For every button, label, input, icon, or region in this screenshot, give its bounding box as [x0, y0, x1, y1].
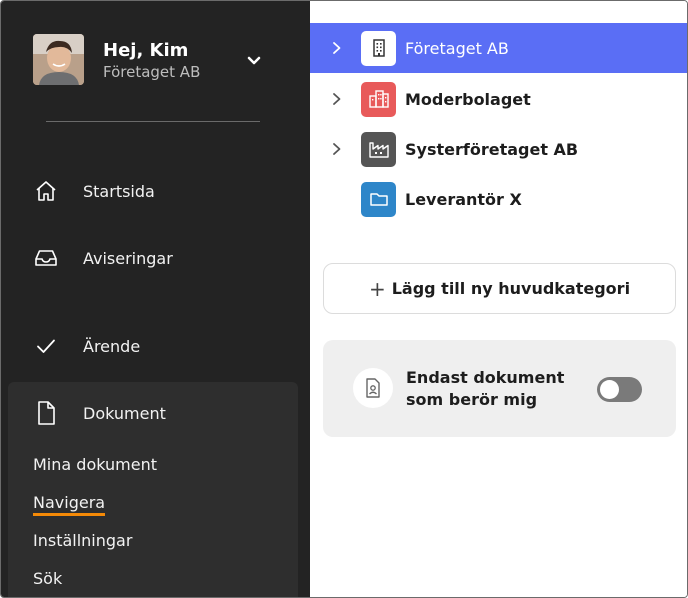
building-icon — [361, 30, 396, 66]
avatar — [33, 34, 84, 85]
sidebar-item-dokument[interactable]: Dokument — [33, 400, 166, 426]
sidebar-subitem-installningar[interactable]: Inställningar — [33, 531, 132, 550]
folder-icon — [361, 181, 396, 217]
document-icon — [33, 400, 59, 426]
sidebar-item-label: Startsida — [83, 181, 155, 201]
sidebar-item-startsida[interactable]: Startsida — [33, 178, 155, 204]
tree-item-moderbolaget[interactable]: Moderbolaget — [310, 74, 687, 124]
plus-icon: + — [368, 276, 386, 301]
filter-label: Endast dokument som berör mig — [406, 368, 565, 409]
chevron-right-icon[interactable] — [330, 92, 344, 106]
sidebar-item-label: Ärende — [83, 336, 141, 356]
sidebar: Hej, Kim Företaget AB Startsida Aviserin… — [1, 1, 310, 597]
sidebar-subitem-navigera[interactable]: Navigera — [33, 493, 106, 516]
app-window: Hej, Kim Företaget AB Startsida Aviserin… — [0, 0, 688, 598]
main-panel: Företaget AB Moderbolaget Systerföretage… — [310, 1, 687, 597]
home-icon — [33, 178, 59, 204]
tree-item-label: Systerföretaget AB — [405, 139, 579, 159]
toggle-knob — [600, 380, 619, 399]
tree-item-foretaget-ab[interactable]: Företaget AB — [310, 23, 687, 73]
profile-menu-chevron-down-icon[interactable] — [244, 51, 264, 71]
sidebar-item-arende[interactable]: Ärende — [33, 333, 140, 359]
sidebar-subitem-mina-dokument[interactable]: Mina dokument — [33, 455, 157, 474]
tree-item-systerforetaget-ab[interactable]: Systerföretaget AB — [310, 124, 687, 174]
inbox-icon — [33, 245, 59, 271]
sidebar-item-aviseringar[interactable]: Aviseringar — [33, 245, 173, 271]
city-buildings-icon — [361, 81, 396, 117]
tree-item-label: Leverantör X — [405, 189, 522, 209]
sidebar-item-label: Dokument — [83, 403, 166, 423]
add-main-category-button[interactable]: + Lägg till ny huvudkategori — [323, 263, 676, 314]
sidebar-subitem-sok[interactable]: Sök — [33, 569, 62, 588]
tree-item-label: Moderbolaget — [405, 89, 531, 109]
person-document-icon — [353, 368, 393, 408]
chevron-right-icon[interactable] — [330, 41, 344, 55]
check-icon — [33, 333, 59, 359]
tree-item-leverantor-x[interactable]: Leverantör X — [310, 174, 687, 224]
add-main-category-label: Lägg till ny huvudkategori — [391, 279, 631, 298]
sidebar-item-label: Aviseringar — [83, 248, 173, 268]
profile-company: Företaget AB — [103, 63, 201, 81]
tree-item-label: Företaget AB — [405, 38, 509, 58]
filter-card: Endast dokument som berör mig — [323, 340, 676, 437]
factory-icon — [361, 131, 396, 167]
chevron-right-icon[interactable] — [330, 142, 344, 156]
profile-greeting: Hej, Kim — [103, 40, 189, 61]
filter-toggle[interactable] — [597, 377, 642, 402]
sidebar-divider — [46, 121, 260, 122]
profile-header[interactable]: Hej, Kim Företaget AB — [33, 34, 200, 85]
